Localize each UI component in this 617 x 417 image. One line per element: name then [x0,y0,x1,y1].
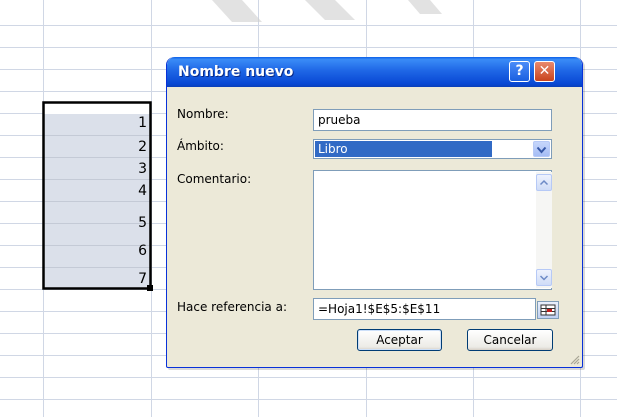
scope-label: Ámbito: [177,139,224,153]
cell-value: 1 [138,115,147,131]
cancel-button[interactable]: Cancelar [467,329,553,351]
cell-value: 3 [138,161,147,177]
cell-value: 6 [138,243,147,259]
help-button[interactable]: ? [509,61,530,82]
close-button[interactable]: ✕ [534,61,555,82]
chevron-down-icon[interactable] [533,141,550,157]
range-selector-icon[interactable] [537,301,559,319]
comment-scrollbar[interactable] [536,172,552,288]
accept-button[interactable]: Aceptar [357,329,442,351]
cell-value: 7 [138,271,147,287]
dialog-titlebar[interactable]: Nombre nuevo ? ✕ [167,57,582,87]
comment-label: Comentario: [177,172,252,186]
cell-value: 2 [138,139,147,155]
scroll-up-icon[interactable] [536,174,552,191]
new-name-dialog: Nombre nuevo ? ✕ Nombre: prueba Ámbito: … [166,57,583,368]
comment-textarea[interactable] [313,170,552,290]
resize-grip-icon[interactable] [569,354,580,365]
scope-selected-value: Libro [315,141,492,157]
dialog-title: Nombre nuevo [178,64,294,80]
name-input[interactable]: prueba [313,109,552,131]
name-label: Nombre: [177,107,229,121]
cell-value: 4 [138,183,147,199]
scope-dropdown[interactable]: Libro [313,139,552,159]
fill-handle[interactable] [147,285,153,291]
refers-to-label: Hace referencia a: [177,300,287,314]
cell-value: 5 [138,215,147,231]
refers-to-input[interactable]: =Hoja1!$E$5:$E$11 [313,298,536,320]
scroll-down-icon[interactable] [536,269,552,286]
white-active-cell [44,102,150,114]
top-watermark [212,0,442,22]
